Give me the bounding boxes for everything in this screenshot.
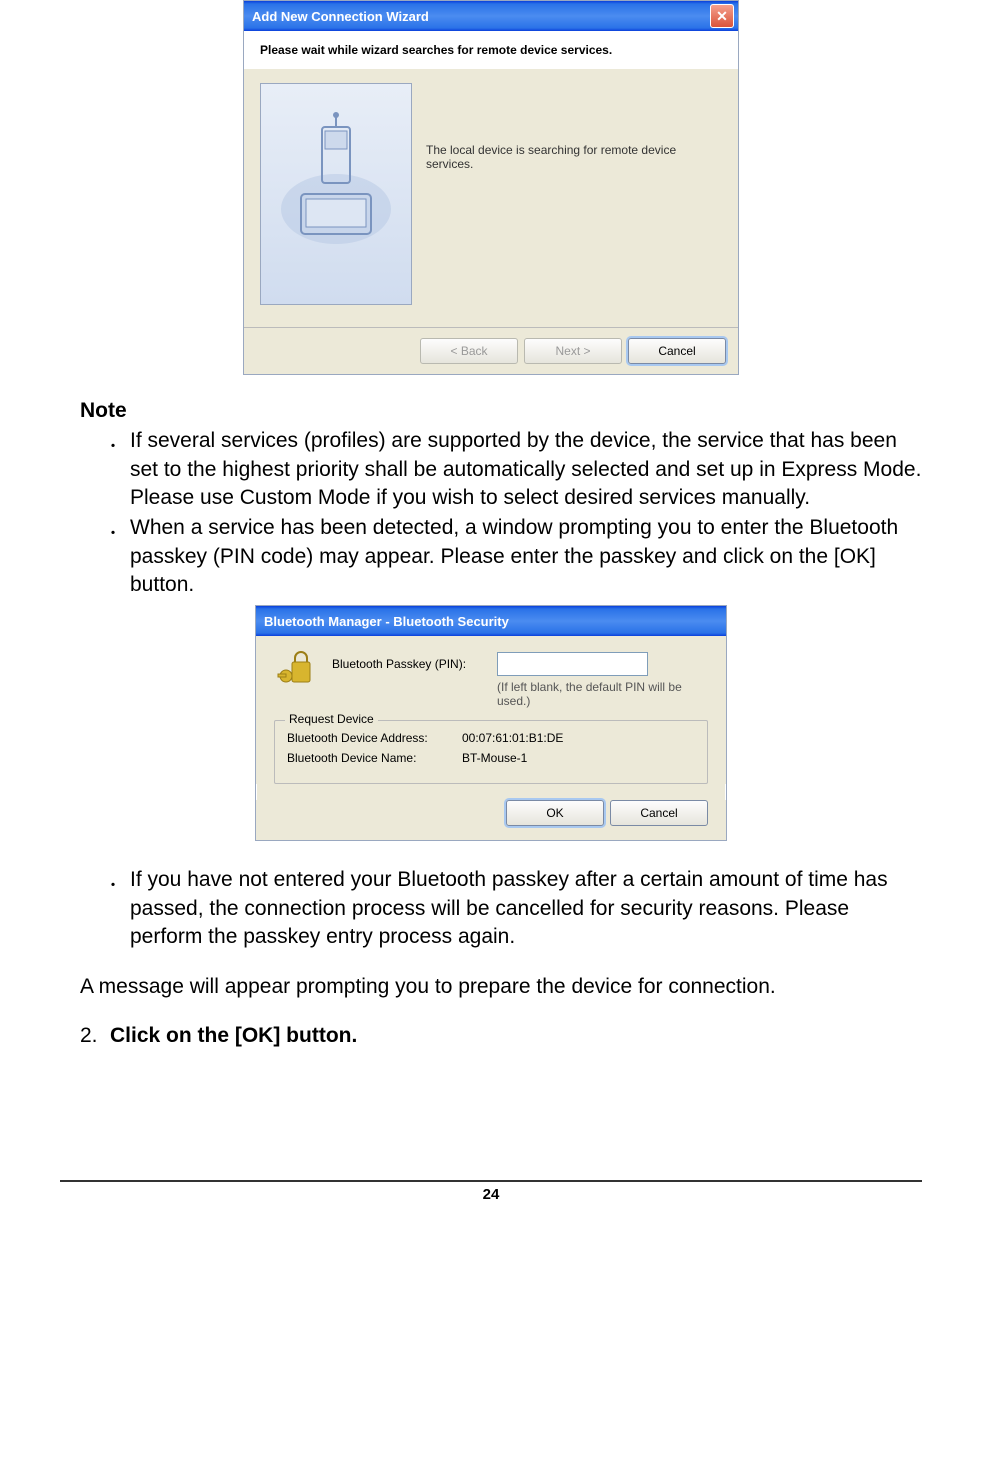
security-body: Bluetooth Passkey (PIN): (If left blank,… <box>256 636 726 784</box>
wizard-body: The local device is searching for remote… <box>244 69 738 327</box>
device-illustration-icon <box>276 109 396 279</box>
cancel-button[interactable]: Cancel <box>610 800 708 826</box>
pin-input[interactable] <box>497 652 648 676</box>
step-2: 2. Click on the [OK] button. <box>80 1022 922 1050</box>
between-text: A message will appear prompting you to p… <box>80 973 922 1001</box>
wizard-dialog: Add New Connection Wizard ✕ Please wait … <box>243 0 739 375</box>
step-text: Click on the [OK] button. <box>110 1022 357 1050</box>
titlebar[interactable]: Add New Connection Wizard ✕ <box>244 1 738 31</box>
note-heading: Note <box>80 397 922 425</box>
window-title: Bluetooth Manager - Bluetooth Security <box>264 614 722 629</box>
device-address-value: 00:07:61:01:B1:DE <box>462 731 563 745</box>
note-bullet-2: ．When a service has been detected, a win… <box>108 514 922 599</box>
security-button-row: OK Cancel <box>256 800 726 840</box>
pin-hint: (If left blank, the default PIN will be … <box>497 680 708 708</box>
page-number: 24 <box>0 1186 982 1203</box>
security-dialog: Bluetooth Manager - Bluetooth Security B… <box>255 605 727 841</box>
wizard-button-row: < Back Next > Cancel <box>244 327 738 374</box>
device-name-label: Bluetooth Device Name: <box>287 751 462 765</box>
window-title: Add New Connection Wizard <box>252 9 710 24</box>
key-lock-icon <box>276 648 314 688</box>
group-legend: Request Device <box>285 712 378 726</box>
wizard-subheader: Please wait while wizard searches for re… <box>244 31 738 69</box>
ok-button[interactable]: OK <box>506 800 604 826</box>
wizard-subheader-text: Please wait while wizard searches for re… <box>260 43 612 57</box>
footer-rule <box>60 1180 922 1182</box>
wizard-illustration <box>260 83 412 305</box>
device-name-value: BT-Mouse-1 <box>462 751 527 765</box>
pin-label: Bluetooth Passkey (PIN): <box>332 657 497 671</box>
close-button[interactable]: ✕ <box>710 4 734 28</box>
titlebar[interactable]: Bluetooth Manager - Bluetooth Security <box>256 606 726 636</box>
note-bullet-3: ．If you have not entered your Bluetooth … <box>108 866 922 951</box>
close-icon: ✕ <box>716 8 728 25</box>
cancel-button[interactable]: Cancel <box>628 338 726 364</box>
note-bullet-1: ．If several services (profiles) are supp… <box>108 427 922 512</box>
request-device-group: Request Device Bluetooth Device Address:… <box>274 720 708 784</box>
next-button: Next > <box>524 338 622 364</box>
wizard-body-message: The local device is searching for remote… <box>426 83 722 305</box>
back-button: < Back <box>420 338 518 364</box>
step-number: 2. <box>80 1022 110 1050</box>
device-address-label: Bluetooth Device Address: <box>287 731 462 745</box>
